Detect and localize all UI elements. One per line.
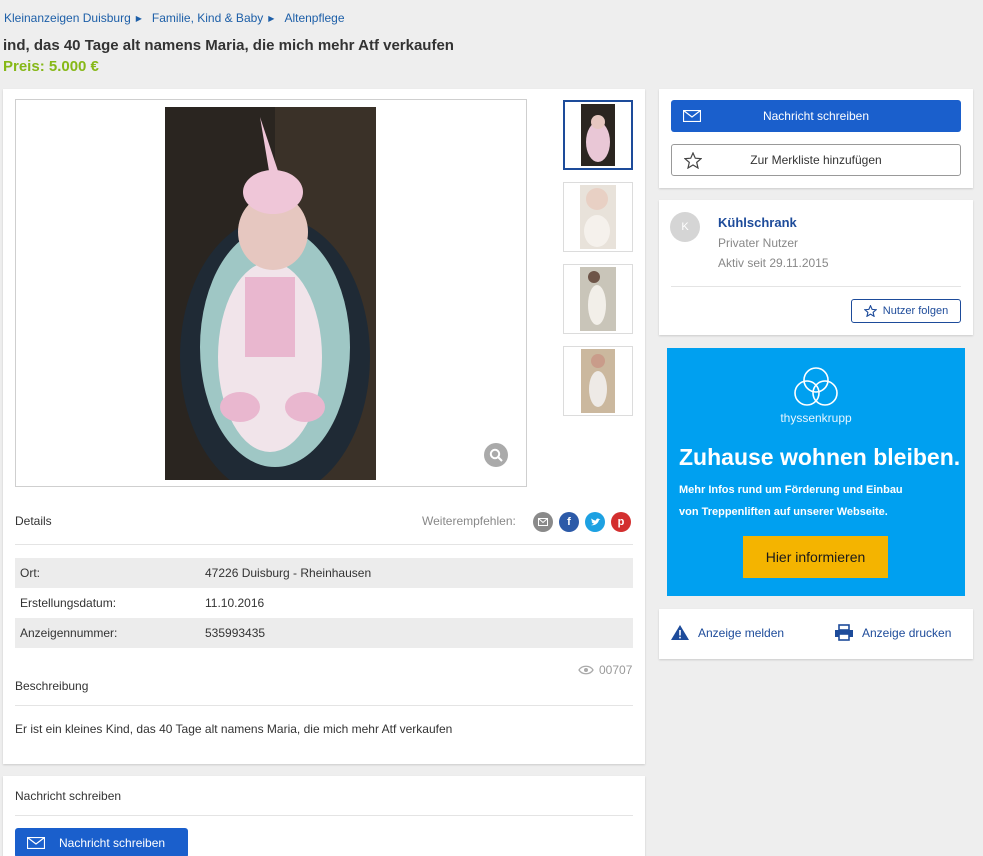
view-counter: 00707	[578, 663, 632, 677]
print-ad-link[interactable]: Anzeige drucken	[834, 624, 951, 641]
breadcrumb-link-subcategory[interactable]: Altenpflege	[284, 11, 344, 25]
seller-active-since: Aktiv seit 29.11.2015	[718, 256, 829, 270]
ad-actions-card: Anzeige melden Anzeige drucken	[659, 609, 973, 659]
magnifier-icon	[489, 448, 503, 462]
listing-card: Details Weiterempfehlen: f p Ort: 47226 …	[3, 89, 645, 764]
ad-headline: Zuhause wohnen bleiben.	[679, 444, 961, 470]
share-label: Weiterempfehlen:	[422, 514, 516, 528]
advertisement-banner[interactable]: thyssenkrupp Zuhause wohnen bleiben. Meh…	[667, 348, 965, 596]
button-label: Zur Merkliste hinzufügen	[750, 153, 882, 167]
star-icon	[863, 305, 877, 317]
write-message-button-bottom[interactable]: Nachricht schreiben	[15, 828, 188, 856]
avatar: K	[670, 212, 700, 242]
breadcrumb-separator-icon: ▶	[268, 13, 275, 23]
zoom-button[interactable]	[484, 443, 508, 467]
ad-cta-button[interactable]: Hier informieren	[743, 536, 888, 578]
attribute-value: 11.10.2016	[205, 596, 265, 610]
seller-type: Privater Nutzer	[718, 236, 799, 250]
envelope-icon	[683, 110, 701, 122]
star-icon	[684, 151, 702, 169]
ad-brand: thyssenkrupp	[780, 411, 852, 425]
attribute-label: Anzeigennummer:	[20, 626, 118, 640]
breadcrumb-link-city[interactable]: Kleinanzeigen Duisburg	[4, 11, 131, 25]
attribute-row-id: Anzeigennummer: 535993435	[15, 618, 633, 648]
attribute-row-date: Erstellungsdatum: 11.10.2016	[15, 588, 633, 618]
attribute-value: 535993435	[205, 626, 266, 640]
warning-icon	[671, 625, 689, 640]
follow-user-button[interactable]: Nutzer folgen	[851, 299, 961, 323]
breadcrumb: Kleinanzeigen Duisburg ▶ Familie, Kind &…	[4, 11, 345, 25]
description-text: Er ist ein kleines Kind, das 40 Tage alt…	[15, 722, 453, 736]
divider	[671, 286, 961, 287]
thumbnail-2[interactable]	[563, 182, 633, 252]
facebook-share-icon[interactable]: f	[559, 512, 579, 532]
divider	[15, 544, 633, 545]
print-ad-label: Anzeige drucken	[862, 625, 952, 640]
button-label: Nachricht schreiben	[762, 109, 870, 123]
attribute-value: 47226 Duisburg - Rheinhausen	[205, 566, 372, 580]
thyssenkrupp-logo-icon	[794, 367, 838, 406]
ad-subtext-line: von Treppenliften auf unserer Webseite.	[679, 506, 888, 518]
write-message-button[interactable]: Nachricht schreiben	[671, 100, 961, 132]
thumbnail-1[interactable]	[563, 100, 633, 170]
ad-subtext-line: Mehr Infos rund um Förderung und Einbau	[679, 484, 903, 496]
printer-icon	[835, 624, 853, 641]
pinterest-share-icon[interactable]: p	[611, 512, 631, 532]
attribute-label: Erstellungsdatum:	[20, 596, 117, 610]
contact-card: Nachricht schreiben Zur Merkliste hinzuf…	[659, 89, 973, 188]
seller-name-link[interactable]: Kühlschrank	[718, 215, 797, 230]
twitter-share-icon[interactable]	[585, 512, 605, 532]
main-image-viewer[interactable]	[15, 99, 527, 487]
details-heading: Details	[15, 514, 52, 528]
message-heading: Nachricht schreiben	[15, 789, 122, 803]
page-title: ind, das 40 Tage alt namens Maria, die m…	[3, 37, 454, 54]
message-card: Nachricht schreiben Nachricht schreiben	[3, 776, 645, 856]
breadcrumb-link-category[interactable]: Familie, Kind & Baby	[152, 11, 263, 25]
button-label: Nachricht schreiben	[59, 836, 166, 850]
listing-price: Preis: 5.000 €	[3, 58, 99, 75]
eye-icon	[578, 665, 594, 675]
divider	[15, 705, 633, 706]
listing-photo	[165, 107, 376, 480]
ad-subtext: Mehr Infos rund um Förderung und Einbau …	[679, 479, 903, 523]
attribute-label: Ort:	[20, 566, 40, 580]
thumbnail-4[interactable]	[563, 346, 633, 416]
envelope-icon	[27, 837, 45, 849]
attribute-row-location: Ort: 47226 Duisburg - Rheinhausen	[15, 558, 633, 588]
breadcrumb-separator-icon: ▶	[135, 13, 142, 23]
report-ad-link[interactable]: Anzeige melden	[670, 624, 784, 641]
divider	[15, 815, 633, 816]
description-heading: Beschreibung	[15, 679, 89, 693]
seller-card: K Kühlschrank Privater Nutzer Aktiv seit…	[659, 200, 973, 335]
report-ad-label: Anzeige melden	[698, 625, 785, 640]
view-count: 00707	[599, 663, 633, 677]
button-label: Nutzer folgen	[882, 305, 949, 317]
email-share-icon[interactable]	[533, 512, 553, 532]
thumbnail-3[interactable]	[563, 264, 633, 334]
add-to-watchlist-button[interactable]: Zur Merkliste hinzufügen	[671, 144, 961, 176]
